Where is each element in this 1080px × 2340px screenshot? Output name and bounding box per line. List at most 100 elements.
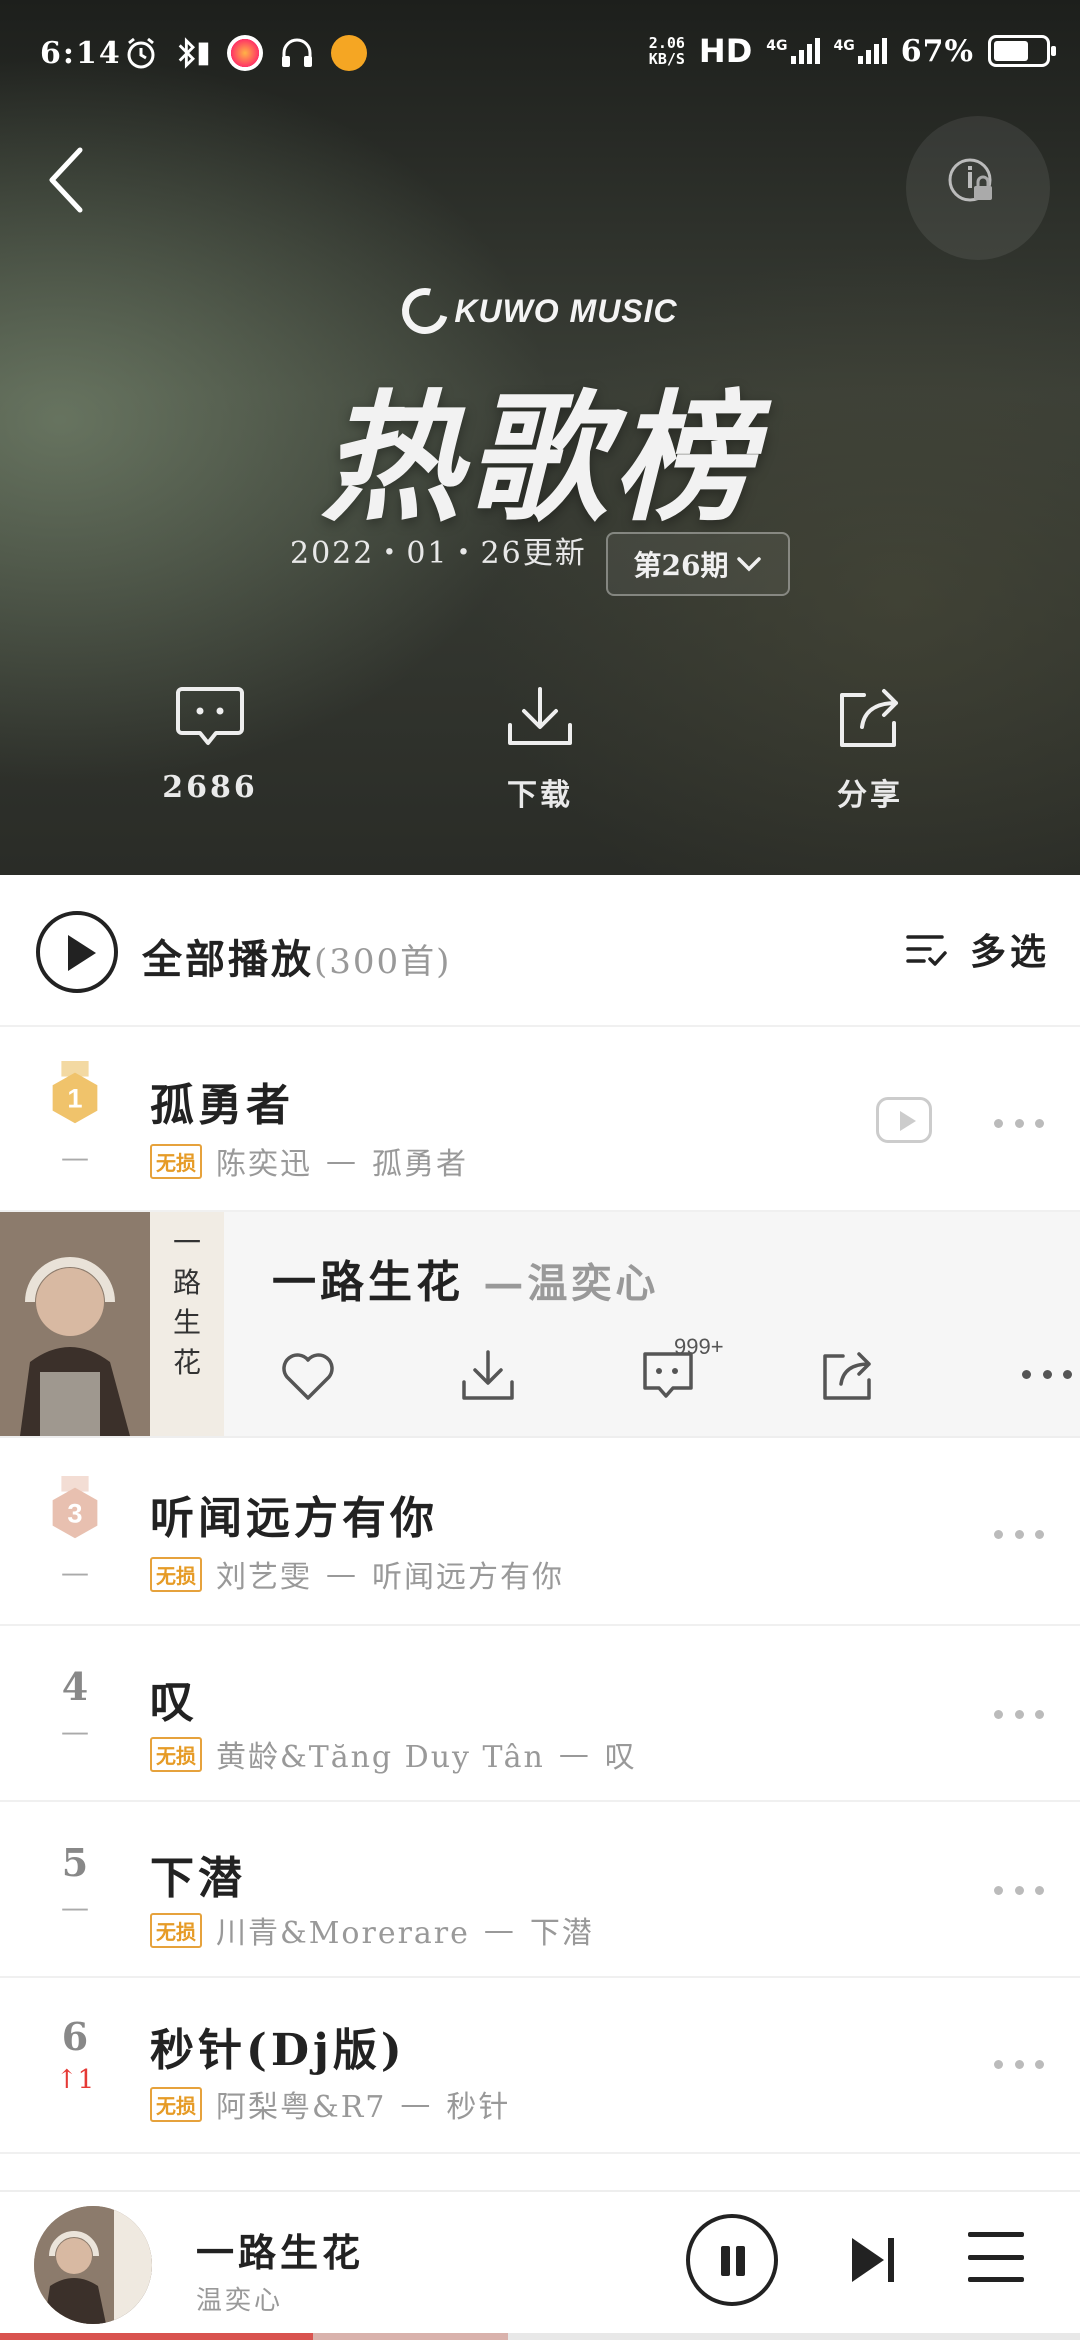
share-label: 分享 — [837, 778, 903, 813]
song-row-6[interactable]: 6 ↑1 秒针(Dj版) 无损 阿梨粤&R7 — 秒针 — [0, 1978, 1080, 2154]
mv-play-button[interactable] — [876, 1097, 932, 1143]
share-button[interactable] — [812, 1340, 884, 1412]
song-title: 下潜 — [150, 1853, 246, 1904]
song-title: 叹 — [150, 1677, 198, 1728]
like-button[interactable] — [272, 1340, 344, 1412]
lossless-tag: 无损 — [150, 1912, 202, 1948]
lossless-tag: 无损 — [150, 2086, 202, 2122]
playback-progress[interactable] — [0, 2333, 1080, 2340]
pause-button[interactable] — [686, 2214, 778, 2306]
comment-icon — [176, 687, 244, 745]
song-album: 秒针 — [446, 2090, 511, 2125]
more-options-button[interactable] — [994, 1886, 1044, 1896]
lossless-tag: 无损 — [150, 1143, 202, 1179]
album-cover[interactable]: 一 路 生 花 — [0, 1212, 224, 1436]
comments-count: 2686 — [162, 770, 258, 805]
hd-voice-indicator: HD — [698, 32, 753, 70]
song-row-3[interactable]: 3 — 听闻远方有你 无损 刘艺雯 — 听闻远方有你 — [0, 1438, 1080, 1626]
kuwo-logo-icon — [393, 279, 457, 343]
status-icons-right: 2.06 KB/S HD 4G 4G 67% — [648, 32, 1056, 70]
gold-medal-icon: 1 — [52, 1061, 98, 1124]
download-button[interactable] — [452, 1340, 524, 1412]
chart-title: 热歌榜 — [320, 378, 759, 541]
rank-badge: 5 — — [38, 1840, 112, 1924]
comments-button[interactable]: 2686 — [110, 680, 310, 805]
next-button[interactable] — [846, 2232, 902, 2288]
playlist-button[interactable] — [968, 2232, 1024, 2282]
issue-label: 第26期 — [633, 549, 729, 582]
battery-icon — [988, 35, 1056, 67]
more-options-button[interactable] — [994, 1710, 1044, 1720]
info-lock-icon — [948, 158, 992, 202]
song-subtitle: 无损 刘艺雯 — 听闻远方有你 — [150, 1552, 564, 1596]
svg-text:路: 路 — [173, 1266, 201, 1299]
rank-number: 4 — [61, 1664, 89, 1709]
more-options-button[interactable] — [994, 1530, 1044, 1540]
song-artist: 刘艺雯 — [216, 1560, 312, 1595]
download-all-button[interactable]: 下载 — [440, 680, 640, 814]
play-all-bar: 全部播放(300首) 多选 — [0, 875, 1080, 1027]
headphones-icon — [278, 34, 316, 72]
song-subtitle: 无损 黄龄&Tăng Duy Tân — 叹 — [150, 1732, 637, 1776]
song-title: 听闻远方有你 — [150, 1493, 438, 1544]
svg-text:1: 1 — [67, 1083, 82, 1114]
song-title: 秒针(Dj版) — [150, 2025, 406, 2076]
chart-info-button[interactable] — [906, 116, 1050, 260]
network-speed: 2.06 KB/S — [648, 34, 685, 68]
song-artist: 黄龄&Tăng Duy Tân — [216, 1740, 545, 1775]
progress-fill — [0, 2333, 314, 2340]
song-subtitle: 无损 川青&Morerare — 下潜 — [150, 1908, 594, 1952]
comment-button[interactable]: 999+ — [632, 1334, 724, 1412]
update-date: 2022・01・26更新 — [290, 536, 587, 571]
play-all-button[interactable] — [36, 911, 118, 993]
battery-percent: 67% — [900, 33, 974, 69]
song-album: 孤勇者 — [372, 1147, 468, 1182]
rank-badge: 6 ↑1 — [38, 2014, 112, 2095]
song-action-bar: 999+ — [272, 1334, 1072, 1420]
lossless-tag: 无损 — [150, 1556, 202, 1592]
bluetooth-battery-icon — [174, 34, 212, 72]
lossless-tag: 无损 — [150, 1736, 202, 1772]
back-button[interactable] — [40, 140, 100, 220]
signal-icon-1: 4G — [766, 38, 820, 64]
play-all-label[interactable]: 全部播放(300首) — [142, 927, 451, 985]
more-options-button[interactable] — [1022, 1370, 1072, 1380]
app-badge-icon — [330, 34, 368, 72]
mini-player[interactable]: 一路生花 温奕心 — [0, 2190, 1080, 2340]
more-options-button[interactable] — [994, 2060, 1044, 2070]
song-row-2-playing[interactable]: 一 路 生 花 一路生花 —温奕心 999+ — [0, 1212, 1080, 1438]
bronze-medal-icon: 3 — [52, 1476, 98, 1539]
multiselect-button[interactable]: 多选 — [904, 923, 1050, 975]
song-subtitle: 无损 陈奕迅 — 孤勇者 — [150, 1139, 468, 1183]
svg-text:生: 生 — [173, 1306, 201, 1339]
brand-logo: KUWO MUSIC — [0, 279, 1080, 343]
heart-icon — [282, 1353, 334, 1400]
song-row-5[interactable]: 5 — 下潜 无损 川青&Morerare — 下潜 — [0, 1802, 1080, 1978]
update-row: 2022・01・26更新 第26期 — [0, 532, 1080, 598]
skip-next-icon — [852, 2238, 894, 2282]
rank-trend: — — [61, 1556, 89, 1589]
album-art-image — [34, 2206, 152, 2324]
song-album: 听闻远方有你 — [372, 1560, 564, 1595]
song-album: 下潜 — [529, 1916, 594, 1951]
signal-icon-2: 4G — [834, 38, 887, 64]
song-row-1[interactable]: 1 — 孤勇者 无损 陈奕迅 — 孤勇者 — [0, 1027, 1080, 1212]
rank-badge: 3 — — [38, 1476, 112, 1589]
share-icon — [823, 1352, 871, 1400]
song-subtitle: 无损 阿梨粤&R7 — 秒针 — [150, 2082, 510, 2126]
song-count: (300首) — [314, 942, 452, 982]
song-artist: 阿梨粤&R7 — [216, 2090, 387, 2125]
mini-player-cover[interactable] — [34, 2206, 152, 2324]
more-options-button[interactable] — [994, 1119, 1044, 1129]
status-time: 6:14 — [40, 36, 122, 71]
rank-badge: 1 — — [38, 1061, 112, 1174]
share-icon — [840, 689, 898, 747]
rank-badge: 4 — — [38, 1664, 112, 1748]
chart-actions: 2686 下载 分享 — [0, 680, 1080, 830]
share-button[interactable]: 分享 — [770, 680, 970, 814]
download-icon — [508, 687, 572, 745]
album-art-image: 一 路 生 花 — [0, 1212, 224, 1436]
svg-text:花: 花 — [173, 1346, 201, 1379]
issue-selector[interactable]: 第26期 — [606, 532, 790, 596]
song-row-4[interactable]: 4 — 叹 无损 黄龄&Tăng Duy Tân — 叹 — [0, 1626, 1080, 1802]
